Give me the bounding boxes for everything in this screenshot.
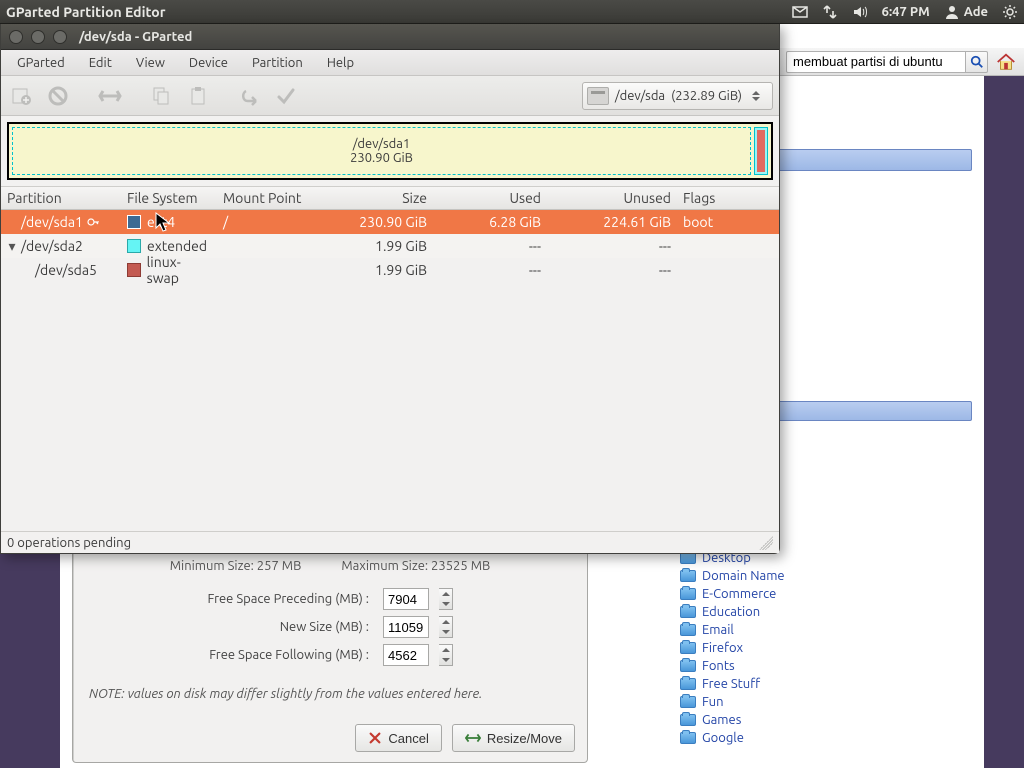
- search-input[interactable]: [786, 51, 966, 73]
- folder-icon: [680, 624, 696, 636]
- indicator-area: 6:47 PM Ade: [792, 4, 1018, 20]
- partition-table: Partition File System Mount Point Size U…: [1, 186, 779, 531]
- resize-grip-icon[interactable]: [759, 536, 773, 550]
- min-size-label: Minimum Size: 257 MB: [170, 559, 302, 573]
- undo-icon[interactable]: [235, 81, 265, 111]
- disk-graphic-label: /dev/sda1: [353, 137, 411, 151]
- list-item[interactable]: Google: [680, 729, 968, 747]
- free-following-input[interactable]: [383, 644, 429, 666]
- disk-graphic-primary[interactable]: /dev/sda1 230.90 GiB: [12, 127, 751, 175]
- max-size-label: Maximum Size: 23525 MB: [341, 559, 490, 573]
- free-preceding-input[interactable]: [383, 588, 429, 610]
- list-item[interactable]: Email: [680, 621, 968, 639]
- active-app-title: GParted Partition Editor: [6, 4, 792, 20]
- folder-icon: [680, 642, 696, 654]
- list-item[interactable]: E-Commerce: [680, 585, 968, 603]
- network-icon[interactable]: [822, 4, 838, 20]
- resize-move-button[interactable]: Resize/Move: [452, 724, 575, 752]
- col-size[interactable]: Size: [317, 187, 433, 209]
- folder-icon: [680, 714, 696, 726]
- spinner[interactable]: [439, 588, 453, 610]
- table-row[interactable]: /dev/sda1 ext4 / 230.90 GiB 6.28 GiB 224…: [1, 210, 779, 234]
- cancel-button[interactable]: Cancel: [355, 724, 441, 752]
- menu-view[interactable]: View: [126, 52, 175, 74]
- window-title: /dev/sda - GParted: [79, 30, 192, 44]
- fs-icon: [127, 263, 141, 277]
- disk-graphic-extended[interactable]: [754, 127, 768, 175]
- window-titlebar[interactable]: /dev/sda - GParted: [1, 24, 779, 50]
- list-item[interactable]: Games: [680, 711, 968, 729]
- folder-icon: [680, 732, 696, 744]
- table-row[interactable]: ▾/dev/sda2 extended 1.99 GiB --- ---: [1, 234, 779, 258]
- menu-partition[interactable]: Partition: [242, 52, 313, 74]
- chevron-spinner-icon: [752, 85, 766, 107]
- folder-icon: [680, 588, 696, 600]
- spinner[interactable]: [439, 644, 453, 666]
- list-item[interactable]: Fun: [680, 693, 968, 711]
- menu-help[interactable]: Help: [317, 52, 364, 74]
- menu-edit[interactable]: Edit: [79, 52, 122, 74]
- col-unused[interactable]: Unused: [547, 187, 677, 209]
- hard-disk-icon: [587, 87, 609, 105]
- new-size-label: New Size (MB) :: [73, 620, 373, 634]
- disk-graphic[interactable]: /dev/sda1 230.90 GiB: [7, 122, 773, 180]
- resize-icon[interactable]: [95, 81, 125, 111]
- window-maximize-icon[interactable]: [53, 30, 67, 44]
- fs-icon: [127, 215, 141, 229]
- folder-icon: [680, 606, 696, 618]
- free-preceding-label: Free Space Preceding (MB) :: [73, 592, 373, 606]
- system-gear-icon[interactable]: [1002, 4, 1018, 20]
- toolbar: /dev/sda (232.89 GiB): [1, 76, 779, 116]
- paste-icon[interactable]: [183, 81, 213, 111]
- folder-icon: [680, 678, 696, 690]
- apply-icon[interactable]: [271, 81, 301, 111]
- table-row[interactable]: /dev/sda5 linux-swap 1.99 GiB --- ---: [1, 258, 779, 282]
- list-item[interactable]: Firefox: [680, 639, 968, 657]
- spinner[interactable]: [439, 616, 453, 638]
- folder-icon: [680, 570, 696, 582]
- list-item[interactable]: Education: [680, 603, 968, 621]
- copy-icon[interactable]: [147, 81, 177, 111]
- clock[interactable]: 6:47 PM: [882, 5, 930, 19]
- user-menu[interactable]: Ade: [944, 4, 988, 20]
- col-used[interactable]: Used: [433, 187, 547, 209]
- expand-icon[interactable]: ▾: [7, 238, 17, 255]
- window-close-icon[interactable]: [9, 30, 23, 44]
- lock-icon: [87, 216, 99, 228]
- device-name: /dev/sda: [615, 89, 665, 103]
- dialog-note: NOTE: values on disk may differ slightly…: [73, 669, 587, 701]
- list-item[interactable]: Fonts: [680, 657, 968, 675]
- menu-device[interactable]: Device: [179, 52, 238, 74]
- col-partition[interactable]: Partition: [1, 187, 121, 209]
- window-minimize-icon[interactable]: [31, 30, 45, 44]
- menubar: GParted Edit View Device Partition Help: [1, 50, 779, 76]
- table-header[interactable]: Partition File System Mount Point Size U…: [1, 186, 779, 210]
- mail-icon[interactable]: [792, 4, 808, 20]
- folder-icon: [680, 696, 696, 708]
- global-menubar: GParted Partition Editor 6:47 PM Ade: [0, 0, 1024, 24]
- col-flags[interactable]: Flags: [677, 187, 779, 209]
- disk-graphic-swap[interactable]: [757, 130, 765, 172]
- status-text: 0 operations pending: [7, 536, 131, 550]
- sidebar-list: Desktop Domain Name E-Commerce Education…: [676, 549, 972, 747]
- gparted-window: /dev/sda - GParted GParted Edit View Dev…: [0, 24, 780, 554]
- list-item[interactable]: Domain Name: [680, 567, 968, 585]
- menu-gparted[interactable]: GParted: [7, 52, 75, 74]
- list-item[interactable]: Free Stuff: [680, 675, 968, 693]
- new-size-input[interactable]: [383, 616, 429, 638]
- col-mountpoint[interactable]: Mount Point: [217, 187, 317, 209]
- col-filesystem[interactable]: File System: [121, 187, 217, 209]
- delete-icon[interactable]: [43, 81, 73, 111]
- volume-icon[interactable]: [852, 4, 868, 20]
- disk-graphic-size: 230.90 GiB: [350, 151, 413, 165]
- free-following-label: Free Space Following (MB) :: [73, 648, 373, 662]
- search-button[interactable]: [966, 51, 988, 73]
- home-icon[interactable]: [994, 50, 1018, 74]
- status-bar: 0 operations pending: [1, 531, 779, 553]
- device-selector[interactable]: /dev/sda (232.89 GiB): [582, 82, 773, 110]
- device-size: (232.89 GiB): [671, 89, 742, 103]
- user-name: Ade: [964, 5, 988, 19]
- new-partition-icon[interactable]: [7, 81, 37, 111]
- folder-icon: [680, 660, 696, 672]
